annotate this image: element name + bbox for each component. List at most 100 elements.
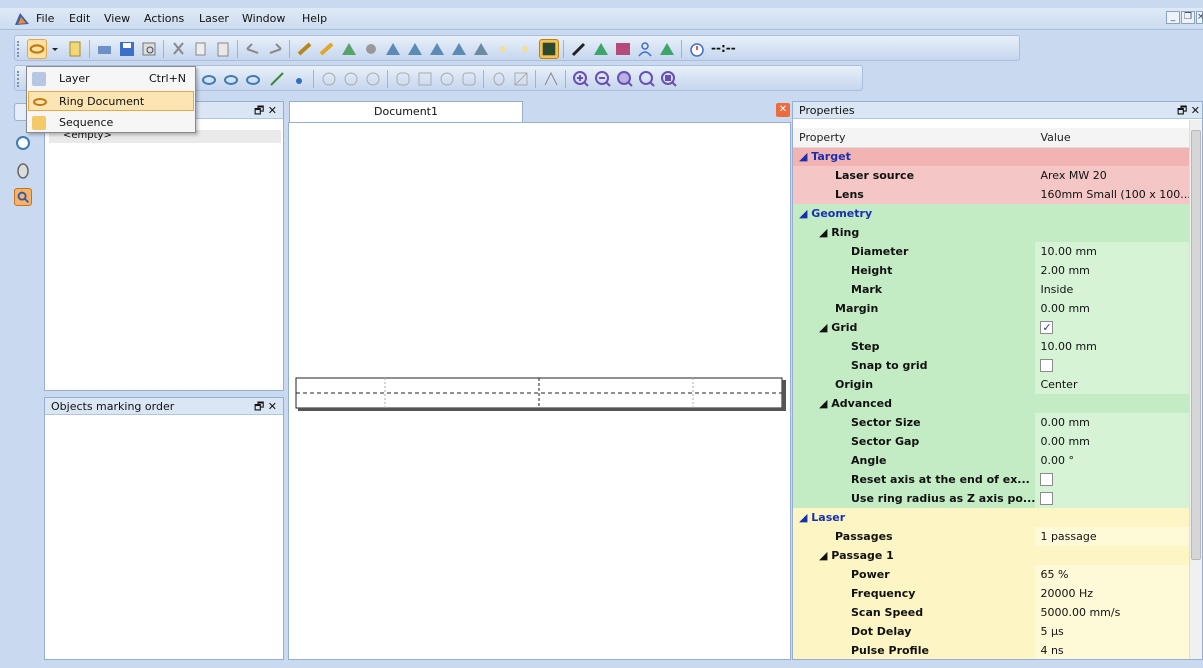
- panel-pin-close-icon[interactable]: 🗗 ✕: [254, 398, 277, 415]
- shape-tool-icon-10[interactable]: [541, 69, 561, 89]
- menu-view[interactable]: View: [104, 12, 130, 25]
- menu-item-layer[interactable]: Layer Ctrl+N: [28, 69, 194, 89]
- shape-tool-icon-3[interactable]: [363, 69, 383, 89]
- close-document-icon[interactable]: ✕: [776, 103, 790, 117]
- marking-icon-8[interactable]: [657, 39, 677, 59]
- value-sector-gap[interactable]: 0.00 mm: [1035, 432, 1191, 451]
- redo-icon[interactable]: [265, 39, 285, 59]
- close-window-icon[interactable]: ×: [1196, 11, 1203, 24]
- value-diameter[interactable]: 10.00 mm: [1035, 242, 1191, 261]
- panel-pin-icon[interactable]: 🗗 ✕: [1177, 102, 1200, 119]
- menu-help[interactable]: Help: [302, 12, 327, 25]
- minimize-icon[interactable]: _: [1166, 11, 1180, 24]
- copy-icon[interactable]: [191, 39, 211, 59]
- light-icon-2[interactable]: [515, 39, 535, 59]
- marking-icon-7[interactable]: [591, 39, 611, 59]
- use-ring-radius-checkbox[interactable]: [1040, 492, 1054, 506]
- tab-document1[interactable]: Document1: [289, 101, 523, 122]
- value-pulse-profile[interactable]: 4 ns: [1035, 641, 1191, 659]
- shape-tool-icon-8[interactable]: [489, 69, 509, 89]
- value-height[interactable]: 2.00 mm: [1035, 261, 1191, 280]
- value-power[interactable]: 65 %: [1035, 565, 1191, 584]
- toolbar-grip-2[interactable]: [17, 71, 20, 87]
- value-lens[interactable]: 160mm Small (100 x 100...: [1035, 185, 1191, 204]
- chart-icon[interactable]: [613, 39, 633, 59]
- rotate-tool-icon[interactable]: [14, 162, 32, 180]
- value-frequency[interactable]: 20000 Hz: [1035, 584, 1191, 603]
- value-dot-delay[interactable]: 5 µs: [1035, 622, 1191, 641]
- notes-icon[interactable]: [65, 39, 85, 59]
- menu-item-ring-document[interactable]: Ring Document: [28, 91, 194, 111]
- save-icon[interactable]: [117, 39, 137, 59]
- value-passages[interactable]: 1 passage: [1035, 527, 1191, 546]
- ring-add-icon-2[interactable]: [221, 69, 241, 89]
- new-dropdown-chevron-icon[interactable]: [49, 39, 61, 59]
- ring-add-icon-3[interactable]: [243, 69, 263, 89]
- line-tool-icon[interactable]: [267, 69, 287, 89]
- value-step[interactable]: 10.00 mm: [1035, 337, 1191, 356]
- zoom-out-icon[interactable]: [593, 69, 613, 89]
- zoom-fit-icon[interactable]: [615, 69, 635, 89]
- light-icon[interactable]: [493, 39, 513, 59]
- reset-axis-checkbox[interactable]: [1040, 473, 1054, 487]
- zoom-selection-icon[interactable]: [637, 69, 657, 89]
- user-icon[interactable]: [635, 39, 655, 59]
- laser-pointer-icon[interactable]: [317, 39, 337, 59]
- shape-tool-icon-5[interactable]: [415, 69, 435, 89]
- paste-icon[interactable]: [213, 39, 233, 59]
- shape-tool-icon-2[interactable]: [341, 69, 361, 89]
- marking-icon-2[interactable]: [383, 39, 403, 59]
- shape-tool-icon[interactable]: [319, 69, 339, 89]
- group-advanced[interactable]: ◢ Advanced: [793, 394, 1191, 413]
- pen-icon[interactable]: [569, 39, 589, 59]
- snap-to-grid-checkbox[interactable]: [1040, 359, 1054, 373]
- section-target[interactable]: ◢ Target: [793, 147, 1191, 166]
- menu-window[interactable]: Window: [242, 12, 285, 25]
- toolbar-grip[interactable]: [17, 41, 20, 57]
- settings-gear-icon[interactable]: [361, 39, 381, 59]
- shape-tool-icon-6[interactable]: [437, 69, 457, 89]
- marking-icon-5[interactable]: [449, 39, 469, 59]
- menu-file[interactable]: File: [36, 12, 54, 25]
- menu-edit[interactable]: Edit: [69, 12, 90, 25]
- ring-add-icon[interactable]: [199, 69, 219, 89]
- shape-tool-icon-4[interactable]: [393, 69, 413, 89]
- ring-tool-icon[interactable]: [14, 134, 32, 152]
- camera-icon[interactable]: [539, 39, 559, 59]
- marking-icon-3[interactable]: [405, 39, 425, 59]
- grid-checkbox[interactable]: ✓: [1040, 321, 1054, 335]
- value-mark[interactable]: Inside: [1035, 280, 1191, 299]
- restore-icon[interactable]: ❐: [1181, 11, 1195, 24]
- zoom-all-icon[interactable]: [659, 69, 679, 89]
- section-laser[interactable]: ◢ Laser: [793, 508, 1191, 527]
- properties-scrollbar[interactable]: [1189, 120, 1202, 659]
- print-preview-icon[interactable]: [139, 39, 159, 59]
- point-tool-icon[interactable]: [289, 69, 309, 89]
- marking-icon[interactable]: [339, 39, 359, 59]
- shape-tool-icon-7[interactable]: [459, 69, 479, 89]
- menu-actions[interactable]: Actions: [144, 12, 184, 25]
- marking-icon-6[interactable]: [471, 39, 491, 59]
- shape-tool-icon-9[interactable]: [511, 69, 531, 89]
- search-tool-icon[interactable]: [14, 188, 32, 206]
- document-canvas[interactable]: [288, 122, 791, 660]
- marking-icon-4[interactable]: [427, 39, 447, 59]
- zoom-in-icon[interactable]: [571, 69, 591, 89]
- laser-tool-icon[interactable]: [295, 39, 315, 59]
- panel-pin-close-icon[interactable]: 🗗 ✕: [254, 102, 277, 119]
- value-laser-source[interactable]: Arex MW 20: [1035, 166, 1191, 185]
- cut-icon[interactable]: [169, 39, 189, 59]
- value-margin[interactable]: 0.00 mm: [1035, 299, 1191, 318]
- section-geometry[interactable]: ◢ Geometry: [793, 204, 1191, 223]
- value-angle[interactable]: 0.00 °: [1035, 451, 1191, 470]
- value-sector-size[interactable]: 0.00 mm: [1035, 413, 1191, 432]
- scrollbar-thumb[interactable]: [1191, 130, 1201, 560]
- menu-laser[interactable]: Laser: [199, 12, 229, 25]
- group-passage-1[interactable]: ◢ Passage 1: [793, 546, 1191, 565]
- value-origin[interactable]: Center: [1035, 375, 1191, 394]
- open-icon[interactable]: [95, 39, 115, 59]
- new-ring-button[interactable]: [27, 39, 47, 59]
- menu-item-sequence[interactable]: Sequence: [28, 113, 194, 133]
- group-ring[interactable]: ◢ Ring: [793, 223, 1191, 242]
- undo-icon[interactable]: [243, 39, 263, 59]
